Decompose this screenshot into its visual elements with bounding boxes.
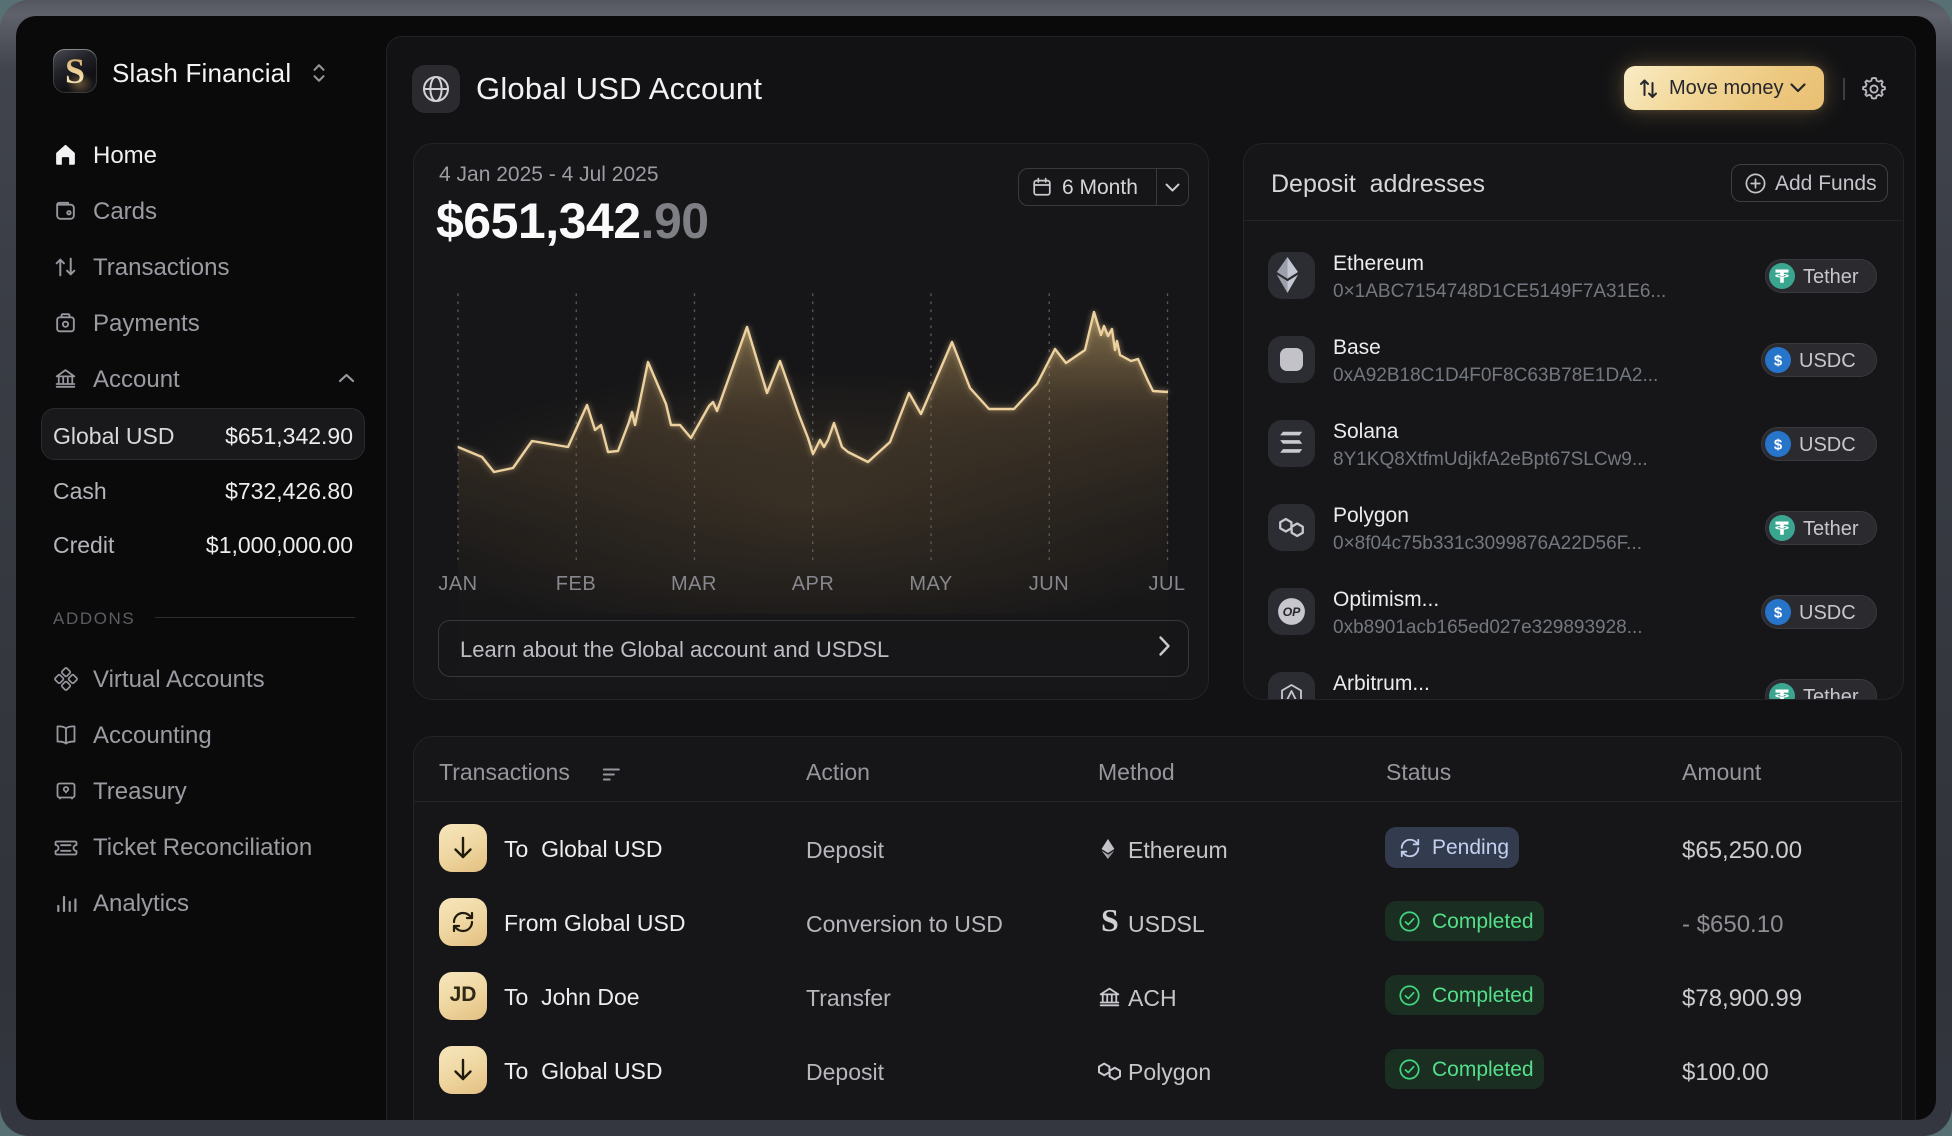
svg-text:FEB: FEB xyxy=(556,573,596,595)
svg-text:JUN: JUN xyxy=(1029,573,1069,595)
svg-text:APR: APR xyxy=(792,573,835,595)
svg-text:MAY: MAY xyxy=(909,573,952,595)
svg-text:$: $ xyxy=(1774,436,1783,453)
svg-text:MAR: MAR xyxy=(671,573,717,595)
svg-text:OP: OP xyxy=(1283,605,1302,619)
svg-text:JUL: JUL xyxy=(1148,573,1185,595)
svg-text:$: $ xyxy=(1774,352,1783,369)
svg-text:$: $ xyxy=(1774,604,1783,621)
svg-text:JAN: JAN xyxy=(438,573,477,595)
